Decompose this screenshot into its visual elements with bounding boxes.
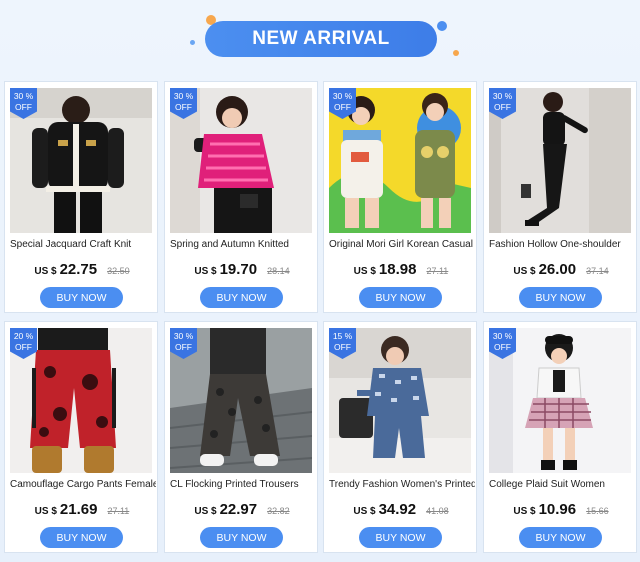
price-row: US $18.98 27.11 bbox=[324, 261, 478, 279]
currency-label: US $ bbox=[194, 266, 217, 277]
original-price: 27.11 bbox=[107, 506, 130, 516]
discount-off-label: OFF bbox=[175, 342, 192, 352]
product-title[interactable]: Spring and Autumn Knitted bbox=[170, 239, 316, 250]
discount-off-label: OFF bbox=[494, 342, 511, 352]
discount-percent: 15 % bbox=[332, 331, 353, 341]
product-title[interactable]: Trendy Fashion Women's Printed bbox=[329, 479, 475, 490]
price-row: US $26.00 37.14 bbox=[484, 261, 638, 279]
currency-label: US $ bbox=[34, 506, 57, 517]
product-title[interactable]: Special Jacquard Craft Knit bbox=[10, 239, 156, 250]
buy-now-button[interactable]: BUY NOW bbox=[200, 527, 283, 548]
sale-price: 19.70 bbox=[219, 261, 258, 278]
buy-now-button[interactable]: BUY NOW bbox=[40, 287, 123, 308]
decor-dot-blue bbox=[437, 21, 447, 31]
buy-now-button[interactable]: BUY NOW bbox=[40, 527, 123, 548]
sale-price: 18.98 bbox=[378, 261, 417, 278]
buy-now-button[interactable]: BUY NOW bbox=[359, 527, 442, 548]
buy-now-button[interactable]: BUY NOW bbox=[519, 527, 602, 548]
price-row: US $10.96 15.66 bbox=[484, 501, 638, 519]
product-card[interactable]: 30 % OFF Original Mori Girl Korean Casual U… bbox=[323, 81, 477, 313]
price-row: US $34.92 41.08 bbox=[324, 501, 478, 519]
original-price: 27.11 bbox=[426, 266, 449, 276]
currency-label: US $ bbox=[513, 266, 536, 277]
discount-off-label: OFF bbox=[334, 342, 351, 352]
original-price: 32.82 bbox=[267, 506, 290, 516]
sale-price: 21.69 bbox=[59, 501, 98, 518]
product-card[interactable]: 15 % OFF Trendy Fashion Women's Printed US … bbox=[323, 321, 477, 553]
price-row: US $21.69 27.11 bbox=[5, 501, 159, 519]
new-arrival-banner: NEW ARRIVAL bbox=[205, 21, 437, 57]
currency-label: US $ bbox=[353, 506, 376, 517]
sale-price: 26.00 bbox=[538, 261, 577, 278]
discount-percent: 20 % bbox=[13, 331, 34, 341]
original-price: 28.14 bbox=[267, 266, 290, 276]
product-card[interactable]: 20 % OFF Camouflage Cargo Pants Female US $… bbox=[4, 321, 158, 553]
product-card[interactable]: 30 % OFF Special Jacquard Craft Knit US $22… bbox=[4, 81, 158, 313]
product-card[interactable]: 30 % OFF Spring and Autumn Knitted US $19.7… bbox=[164, 81, 318, 313]
price-row: US $22.97 32.82 bbox=[165, 501, 319, 519]
buy-now-button[interactable]: BUY NOW bbox=[359, 287, 442, 308]
price-row: US $22.75 32.50 bbox=[5, 261, 159, 279]
product-grid: 30 % OFF Special Jacquard Craft Knit US $22… bbox=[4, 81, 637, 557]
product-title[interactable]: Fashion Hollow One-shoulder bbox=[489, 239, 635, 250]
discount-percent: 30 % bbox=[173, 91, 194, 101]
discount-percent: 30 % bbox=[13, 91, 34, 101]
header: NEW ARRIVAL bbox=[0, 0, 640, 78]
discount-off-label: OFF bbox=[334, 102, 351, 112]
discount-percent: 30 % bbox=[492, 331, 513, 341]
product-title[interactable]: College Plaid Suit Women bbox=[489, 479, 635, 490]
original-price: 32.50 bbox=[107, 266, 130, 276]
product-card[interactable]: 30 % OFF Fashion Hollow One-shoulder US $26… bbox=[483, 81, 637, 313]
currency-label: US $ bbox=[353, 266, 376, 277]
buy-now-button[interactable]: BUY NOW bbox=[519, 287, 602, 308]
discount-percent: 30 % bbox=[492, 91, 513, 101]
sale-price: 22.97 bbox=[219, 501, 258, 518]
sale-price: 34.92 bbox=[378, 501, 417, 518]
decor-dot-blue bbox=[190, 40, 195, 45]
product-title[interactable]: Camouflage Cargo Pants Female bbox=[10, 479, 156, 490]
discount-off-label: OFF bbox=[175, 102, 192, 112]
currency-label: US $ bbox=[513, 506, 536, 517]
discount-off-label: OFF bbox=[15, 342, 32, 352]
currency-label: US $ bbox=[34, 266, 57, 277]
sale-price: 10.96 bbox=[538, 501, 577, 518]
discount-percent: 30 % bbox=[173, 331, 194, 341]
product-title[interactable]: Original Mori Girl Korean Casual bbox=[329, 239, 475, 250]
original-price: 15.66 bbox=[586, 506, 609, 516]
price-row: US $19.70 28.14 bbox=[165, 261, 319, 279]
discount-off-label: OFF bbox=[494, 102, 511, 112]
currency-label: US $ bbox=[194, 506, 217, 517]
decor-dot-orange bbox=[453, 50, 459, 56]
sale-price: 22.75 bbox=[59, 261, 98, 278]
product-title[interactable]: CL Flocking Printed Trousers bbox=[170, 479, 316, 490]
discount-percent: 30 % bbox=[332, 91, 353, 101]
original-price: 37.14 bbox=[586, 266, 609, 276]
discount-off-label: OFF bbox=[15, 102, 32, 112]
original-price: 41.08 bbox=[426, 506, 449, 516]
product-card[interactable]: 30 % OFF CL Flocking Printed Trousers US $2… bbox=[164, 321, 318, 553]
product-card[interactable]: 30 % OFF College Plaid Suit Women US $10.96… bbox=[483, 321, 637, 553]
buy-now-button[interactable]: BUY NOW bbox=[200, 287, 283, 308]
